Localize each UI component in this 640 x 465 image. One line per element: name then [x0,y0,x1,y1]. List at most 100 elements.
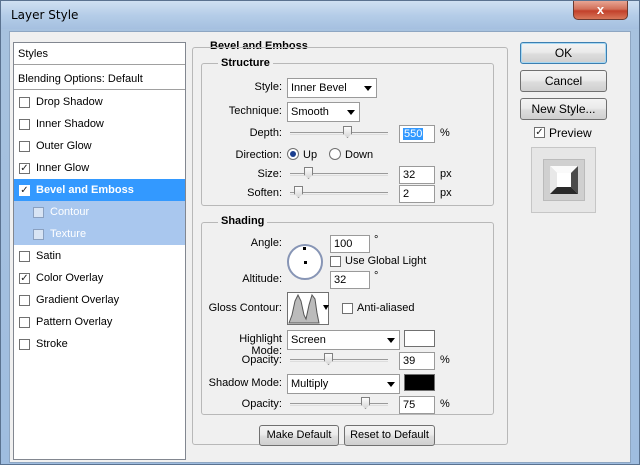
technique-label: Technique: [228,105,282,117]
shadow-color-swatch[interactable] [404,374,435,391]
style-item-checkbox[interactable] [19,251,30,262]
style-item-label: Stroke [36,338,68,350]
style-item-inner-shadow[interactable]: Inner Shadow [14,113,185,135]
shadow-opacity-input[interactable]: 75 [399,396,435,414]
shadow-opacity-value: 75 [403,399,416,411]
reset-to-default-button[interactable]: Reset to Default [344,425,435,446]
contour-curve-icon [288,293,320,324]
depth-slider[interactable] [290,126,388,138]
style-item-label: Pattern Overlay [36,316,113,328]
depth-input[interactable]: 550 [399,125,435,143]
angle-handle[interactable] [303,247,306,250]
style-item-stroke[interactable]: Stroke [14,333,185,355]
new-style-button[interactable]: New Style... [520,98,607,120]
cancel-button[interactable]: Cancel [520,70,607,92]
style-item-label: Gradient Overlay [36,294,120,306]
styles-list: Styles Blending Options: Default Drop Sh… [13,42,186,460]
soften-input[interactable]: 2 [399,185,435,203]
technique-value: Smooth [291,106,329,118]
structure-title: Structure [218,57,273,69]
depth-unit: % [440,127,450,139]
style-item-bevel-and-emboss[interactable]: ✓ Bevel and Emboss [14,179,185,201]
style-item-texture[interactable]: Texture [14,223,185,245]
highlight-opacity-unit: % [440,354,450,366]
shadow-mode-select[interactable]: Multiply [287,374,400,394]
style-item-inner-glow[interactable]: ✓ Inner Glow [14,157,185,179]
highlight-opacity-value: 39 [403,355,416,367]
highlight-opacity-slider[interactable] [290,353,388,365]
style-item-label: Color Overlay [36,272,104,284]
direction-up-label: Up [303,149,318,161]
size-slider[interactable] [290,167,388,179]
blending-options-item[interactable]: Blending Options: Default [14,68,185,90]
style-item-checkbox[interactable] [19,295,30,306]
style-item-checkbox[interactable]: ✓ [19,185,30,196]
depth-label: Depth: [249,127,282,139]
shadow-opacity-label: Opacity: [241,398,282,410]
style-item-checkbox[interactable]: ✓ [19,163,30,174]
highlight-color-swatch[interactable] [404,330,435,347]
angle-unit: ° [374,234,379,246]
chevron-down-icon [387,338,395,343]
styles-header[interactable]: Styles [14,43,185,65]
shadow-mode-value: Multiply [291,378,329,390]
highlight-mode-value: Screen [291,334,326,346]
depth-value: 550 [403,128,424,140]
style-item-checkbox[interactable] [33,229,44,240]
size-label: Size: [257,168,282,180]
dialog-body: Styles Blending Options: Default Drop Sh… [9,31,631,463]
shadow-opacity-unit: % [440,398,450,410]
style-item-label: Satin [36,250,62,262]
technique-select[interactable]: Smooth [287,102,360,122]
style-item-checkbox[interactable]: ✓ [19,273,30,284]
size-input[interactable]: 32 [399,166,435,184]
style-item-satin[interactable]: Satin [14,245,185,267]
chevron-down-icon [347,110,355,115]
angle-center-dot [304,261,307,264]
angle-input[interactable]: 100 [330,235,370,253]
style-label: Style: [254,81,282,93]
title-bar[interactable]: Layer Style x [1,1,639,29]
direction-down-label: Down [345,149,374,161]
highlight-opacity-input[interactable]: 39 [399,352,435,370]
style-item-gradient-overlay[interactable]: Gradient Overlay [14,289,185,311]
global-light-checkbox[interactable] [330,256,341,267]
style-item-checkbox[interactable] [19,339,30,350]
style-item-label: Bevel and Emboss [36,184,134,196]
style-value: Inner Bevel [291,82,347,94]
style-item-outer-glow[interactable]: Outer Glow [14,135,185,157]
preview-bevel-icon [550,166,578,194]
angle-wheel[interactable] [287,244,323,280]
soften-slider[interactable] [290,186,388,198]
style-item-checkbox[interactable] [33,207,44,218]
soften-label: Soften: [247,187,282,199]
direction-up-radio[interactable] [287,148,299,160]
preview-swatch [543,159,585,201]
soften-value: 2 [403,188,410,200]
style-item-drop-shadow[interactable]: Drop Shadow [14,91,185,113]
close-button[interactable]: x [573,1,628,20]
style-item-checkbox[interactable] [19,97,30,108]
altitude-input[interactable]: 32 [330,271,370,289]
style-select[interactable]: Inner Bevel [287,78,377,98]
style-item-checkbox[interactable] [19,119,30,130]
preview-checkbox[interactable]: ✓ [534,127,545,138]
style-item-pattern-overlay[interactable]: Pattern Overlay [14,311,185,333]
style-item-contour[interactable]: Contour [14,201,185,223]
anti-aliased-checkbox[interactable] [342,303,353,314]
chevron-down-icon[interactable] [323,305,329,310]
gloss-contour-picker[interactable] [287,292,329,325]
size-value: 32 [403,169,416,181]
ok-button[interactable]: OK [520,42,607,64]
style-item-color-overlay[interactable]: ✓ Color Overlay [14,267,185,289]
global-light-label: Use Global Light [345,255,427,267]
style-item-checkbox[interactable] [19,317,30,328]
shadow-opacity-slider[interactable] [290,397,388,409]
direction-down-radio[interactable] [329,148,341,160]
shadow-mode-label: Shadow Mode: [208,377,282,389]
make-default-button[interactable]: Make Default [259,425,339,446]
size-unit: px [440,168,452,180]
angle-label: Angle: [250,237,282,249]
style-item-checkbox[interactable] [19,141,30,152]
highlight-mode-select[interactable]: Screen [287,330,400,350]
